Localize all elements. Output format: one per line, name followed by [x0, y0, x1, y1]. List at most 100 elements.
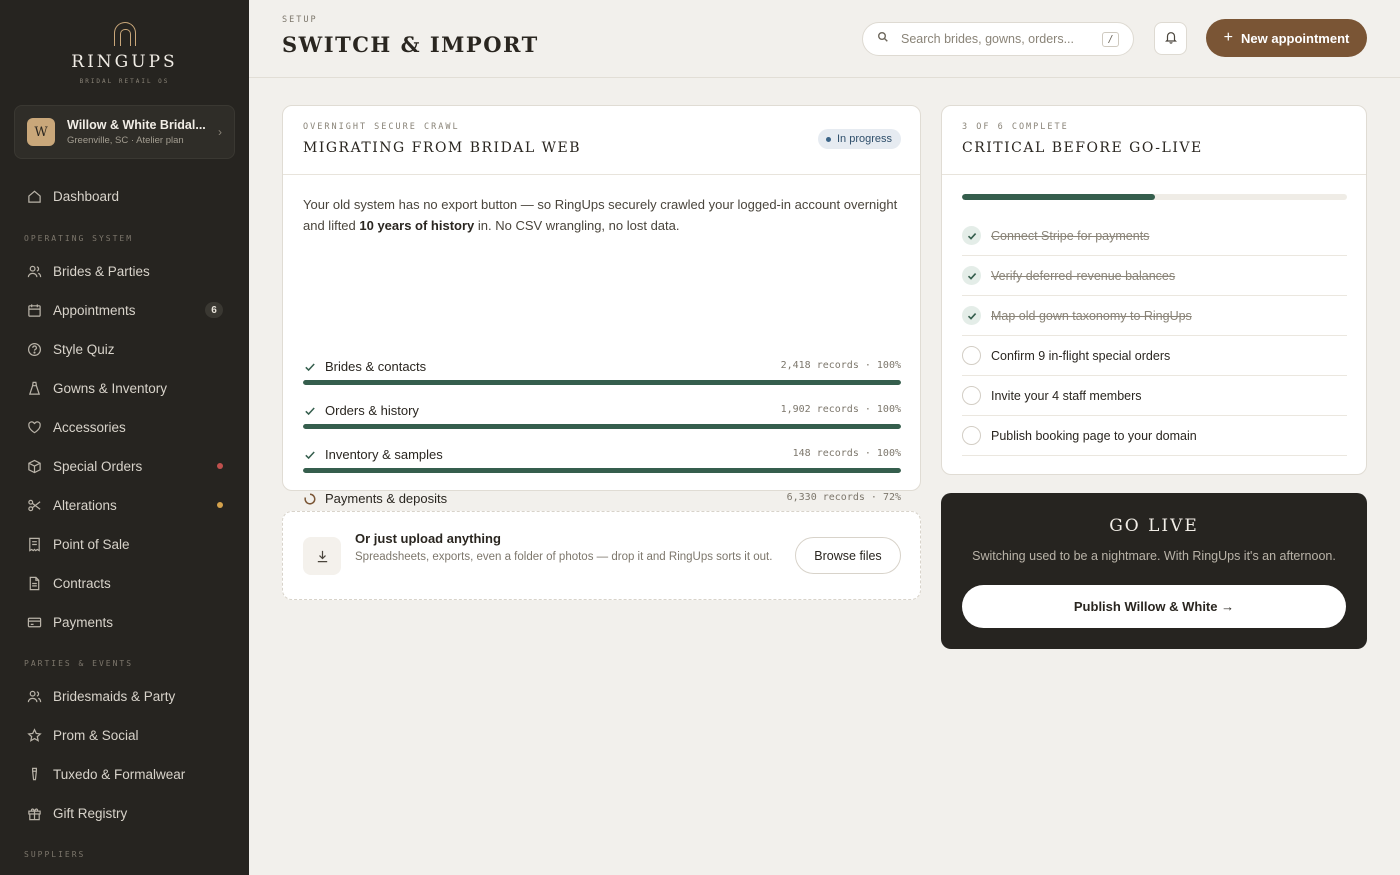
- page-header: SETUP SWITCH & IMPORT / + New appointmen…: [249, 0, 1400, 78]
- import-progress-bar: [303, 468, 901, 473]
- heart-icon: [26, 419, 42, 435]
- import-row-label: Inventory & samples: [325, 447, 443, 462]
- document-icon: [26, 575, 42, 591]
- tie-icon: [26, 766, 42, 782]
- upload-title: Or just upload anything: [355, 531, 501, 546]
- checkbox-checked-icon[interactable]: [962, 266, 981, 285]
- page-title: SWITCH & IMPORT: [282, 32, 539, 57]
- nav-label: Dashboard: [53, 188, 120, 204]
- nav-item-registry[interactable]: Gift Registry: [0, 798, 249, 828]
- brand-name: RINGUPS: [71, 52, 178, 72]
- checklist-item-label: Invite your 4 staff members: [991, 388, 1142, 403]
- checklist-item[interactable]: Invite your 4 staff members: [962, 376, 1347, 416]
- nav-item-style-quiz[interactable]: Style Quiz: [0, 334, 249, 364]
- import-row: Inventory & samples 148 records · 100%: [303, 446, 901, 476]
- checklist-item[interactable]: Verify deferred-revenue balances: [962, 256, 1347, 296]
- new-appointment-button[interactable]: + New appointment: [1206, 19, 1367, 57]
- search-icon: [877, 30, 889, 48]
- checklist-item-label: Publish booking page to your domain: [991, 428, 1197, 443]
- checklist-item-label: Verify deferred-revenue balances: [991, 268, 1176, 283]
- checklist-item[interactable]: Publish booking page to your domain: [962, 416, 1347, 456]
- nav-item-gowns[interactable]: Gowns & Inventory: [0, 373, 249, 403]
- status-label: In progress: [836, 133, 892, 145]
- checklist-progress-bar: [962, 194, 1347, 200]
- search-input[interactable]: [901, 32, 1102, 46]
- nav-item-special-orders[interactable]: Special Orders: [0, 451, 249, 481]
- checklist-item[interactable]: Confirm 9 in-flight special orders: [962, 336, 1347, 376]
- store-name: Willow & White Bridal...: [67, 118, 206, 132]
- status-dot-icon: [825, 136, 831, 142]
- nav-label: Contracts: [53, 575, 111, 591]
- checklist-item-label: Connect Stripe for payments: [991, 228, 1150, 243]
- migration-eyebrow: OVERNIGHT SECURE CRAWL: [303, 122, 460, 132]
- import-row-meta: 148 records · 100%: [792, 448, 901, 459]
- bell-icon: [1164, 30, 1178, 47]
- search-box[interactable]: /: [862, 22, 1134, 56]
- gown-icon: [26, 380, 42, 396]
- checkbox-checked-icon[interactable]: [962, 226, 981, 245]
- users-icon: [26, 688, 42, 704]
- import-row-label: Orders & history: [325, 403, 419, 418]
- checkbox-empty-icon[interactable]: [962, 426, 981, 445]
- nav-label: Gift Registry: [53, 805, 128, 821]
- special-orders-alert-dot: [217, 463, 223, 469]
- scissors-icon: [26, 497, 42, 513]
- brand-tagline: BRIDAL RETAIL OS: [79, 78, 170, 85]
- nav-item-contracts[interactable]: Contracts: [0, 568, 249, 598]
- status-badge: In progress: [817, 129, 901, 149]
- import-progress-fill: [303, 468, 901, 473]
- download-icon: [303, 537, 341, 575]
- spinner-icon: [303, 492, 317, 506]
- sidebar: RINGUPS BRIDAL RETAIL OS W Willow & Whit…: [0, 0, 249, 875]
- check-icon: [303, 360, 317, 374]
- import-row-meta: 6,330 records · 72%: [786, 492, 901, 503]
- appointments-count-badge: 6: [205, 302, 223, 318]
- checklist-progress-fill: [962, 194, 1155, 200]
- nav-item-accessories[interactable]: Accessories: [0, 412, 249, 442]
- nav-section-operating: OPERATING SYSTEM: [24, 234, 134, 243]
- nav-item-pos[interactable]: Point of Sale: [0, 529, 249, 559]
- nav-item-brides[interactable]: Brides & Parties: [0, 256, 249, 286]
- alterations-alert-dot: [217, 502, 223, 508]
- nav-item-bridesmaids[interactable]: Bridesmaids & Party: [0, 681, 249, 711]
- nav-label: Tuxedo & Formalwear: [53, 766, 186, 782]
- checkbox-empty-icon[interactable]: [962, 346, 981, 365]
- nav-label: Gowns & Inventory: [53, 380, 168, 396]
- checkbox-empty-icon[interactable]: [962, 386, 981, 405]
- brand-logo[interactable]: RINGUPS BRIDAL RETAIL OS: [0, 22, 249, 85]
- nav-item-alterations[interactable]: Alterations: [0, 490, 249, 520]
- box-icon: [26, 458, 42, 474]
- import-row-label: Payments & deposits: [325, 491, 448, 506]
- notifications-button[interactable]: [1154, 22, 1187, 55]
- checklist-item[interactable]: Map old gown taxonomy to RingUps: [962, 296, 1347, 336]
- star-icon: [26, 727, 42, 743]
- import-row: Brides & contacts 2,418 records · 100%: [303, 358, 901, 388]
- nav-label: Prom & Social: [53, 727, 139, 743]
- nav-item-payments[interactable]: Payments: [0, 607, 249, 637]
- nav-label: Special Orders: [53, 458, 143, 474]
- nav-label: Bridesmaids & Party: [53, 688, 176, 704]
- go-live-text: Switching used to be a nightmare. With R…: [972, 549, 1336, 563]
- import-row-meta: 1,902 records · 100%: [780, 404, 901, 415]
- credit-card-icon: [26, 614, 42, 630]
- nav-item-tuxedo[interactable]: Tuxedo & Formalwear: [0, 759, 249, 789]
- nav-item-appointments[interactable]: Appointments 6: [0, 295, 249, 325]
- checklist-progress-text: 3 OF 6 COMPLETE: [962, 122, 1069, 132]
- chevron-right-icon: ›: [218, 125, 222, 139]
- import-progress-fill: [303, 380, 901, 385]
- nav-label: Appointments: [53, 302, 136, 318]
- checklist-item[interactable]: Connect Stripe for payments: [962, 216, 1347, 256]
- nav-section-suppliers: SUPPLIERS: [24, 850, 86, 859]
- nav-item-dashboard[interactable]: Dashboard: [0, 181, 249, 211]
- migration-card: OVERNIGHT SECURE CRAWL MIGRATING FROM BR…: [282, 105, 921, 561]
- upload-dropzone[interactable]: Or just upload anything Spreadsheets, ex…: [282, 511, 921, 600]
- migration-description: Your old system has no export button — s…: [303, 197, 898, 233]
- checklist-title: CRITICAL BEFORE GO-LIVE: [962, 140, 1203, 156]
- nav-label: Accessories: [53, 419, 126, 435]
- publish-button[interactable]: Publish Willow & White →: [962, 585, 1346, 628]
- checkbox-checked-icon[interactable]: [962, 306, 981, 325]
- store-switcher[interactable]: W Willow & White Bridal... Greenville, S…: [14, 105, 235, 159]
- nav-item-prom[interactable]: Prom & Social: [0, 720, 249, 750]
- browse-files-button[interactable]: Browse files: [795, 537, 901, 574]
- nav-section-parties: PARTIES & EVENTS: [24, 659, 134, 668]
